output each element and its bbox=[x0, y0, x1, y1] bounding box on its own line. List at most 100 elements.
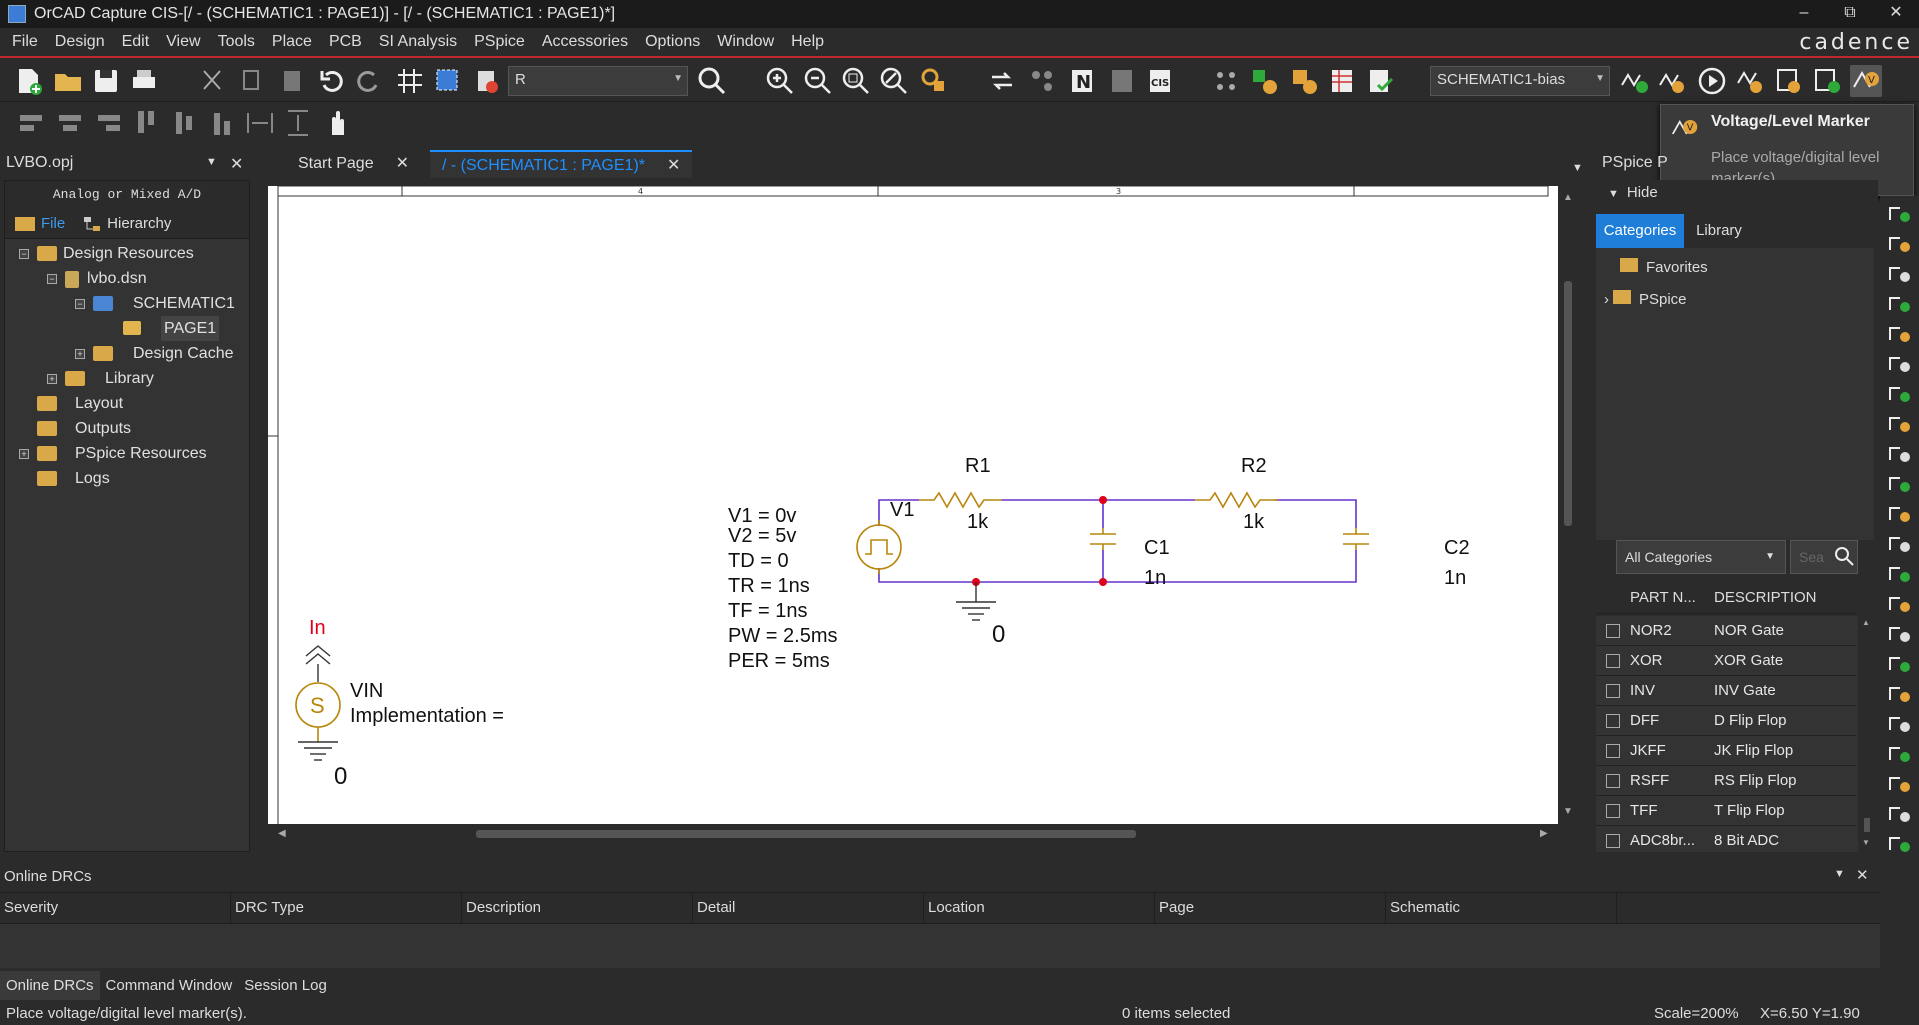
place-pin-tool-icon[interactable] bbox=[1886, 560, 1912, 584]
run-icon[interactable] bbox=[1696, 65, 1728, 97]
place-junction-tool-icon[interactable] bbox=[1886, 320, 1912, 344]
dots-icon[interactable] bbox=[1210, 65, 1242, 97]
align-left-icon[interactable] bbox=[16, 107, 48, 139]
menu-si-analysis[interactable]: SI Analysis bbox=[379, 33, 457, 51]
zoom-all-icon[interactable] bbox=[878, 65, 910, 97]
drc-column-header[interactable]: DRC Type bbox=[231, 893, 462, 923]
search-icon[interactable] bbox=[696, 65, 728, 97]
align-center-icon[interactable] bbox=[54, 107, 86, 139]
back-annotate-icon[interactable] bbox=[986, 65, 1018, 97]
sim-output-icon[interactable] bbox=[1772, 65, 1804, 97]
vertical-scrollbar[interactable]: ▲ ▼ bbox=[1560, 186, 1576, 824]
scroll-down-icon[interactable]: ▼ bbox=[1862, 838, 1870, 847]
tree-item-schematic1[interactable]: − SCHEMATIC1 bbox=[5, 291, 249, 316]
c1-value[interactable]: 1n bbox=[1144, 567, 1166, 589]
scroll-up-icon[interactable]: ▲ bbox=[1563, 192, 1573, 203]
collapse-icon[interactable]: − bbox=[47, 274, 57, 284]
ground-symbol-2[interactable] bbox=[298, 741, 338, 761]
tab-file[interactable]: File bbox=[41, 215, 65, 232]
scroll-left-icon[interactable]: ◀ bbox=[278, 828, 286, 839]
cis-icon[interactable]: CIS bbox=[1144, 65, 1176, 97]
c1-ref[interactable]: C1 bbox=[1144, 537, 1170, 559]
r1-value[interactable]: 1k bbox=[967, 511, 989, 533]
menu-options[interactable]: Options bbox=[645, 33, 700, 51]
tree-item-library[interactable]: + Library bbox=[5, 366, 249, 391]
expand-arrow-icon[interactable]: › bbox=[1604, 291, 1609, 308]
bom-icon[interactable] bbox=[1106, 65, 1138, 97]
save-icon[interactable] bbox=[90, 65, 122, 97]
tab-schematic-page1[interactable]: / - (SCHEMATIC1 : PAGE1)* ✕ bbox=[430, 150, 693, 178]
tree-item-lvbo-dsn[interactable]: − lvbo.dsn bbox=[5, 266, 249, 291]
part-row[interactable]: TFF T Flip Flop bbox=[1596, 796, 1856, 826]
port-in[interactable] bbox=[305, 645, 331, 682]
view-sim-results-icon[interactable] bbox=[1734, 65, 1766, 97]
capacitor-c1[interactable] bbox=[1090, 528, 1116, 550]
redo-icon[interactable] bbox=[352, 65, 384, 97]
place-ellipse-tool-icon[interactable] bbox=[1886, 710, 1912, 734]
parts-scrollbar[interactable]: ▲ ▼ bbox=[1860, 616, 1874, 852]
new-sim-profile-icon[interactable] bbox=[1618, 65, 1650, 97]
place-ground-tool-icon[interactable] bbox=[1886, 470, 1912, 494]
panel-dropdown-icon[interactable]: ▼ bbox=[206, 156, 217, 168]
tree-item-logs[interactable]: Logs bbox=[5, 466, 249, 491]
drc-column-header[interactable]: Detail bbox=[693, 893, 924, 923]
panel-close-icon[interactable]: ✕ bbox=[230, 154, 243, 174]
ground-label-2[interactable]: 0 bbox=[334, 763, 347, 790]
menu-file[interactable]: File bbox=[12, 33, 38, 51]
erase-tool-icon[interactable] bbox=[1886, 830, 1912, 854]
place-text-tool-icon[interactable] bbox=[1886, 590, 1912, 614]
voltage-marker-icon[interactable]: V bbox=[1850, 65, 1882, 97]
parts-scroll-thumb[interactable] bbox=[1864, 818, 1870, 832]
collapse-icon[interactable]: − bbox=[19, 249, 29, 259]
category-pspice[interactable]: › PSpice bbox=[1604, 286, 1687, 314]
part-row[interactable]: ADC8br... 8 Bit ADC bbox=[1596, 826, 1856, 852]
grid-icon[interactable] bbox=[394, 65, 426, 97]
tree-item-outputs[interactable]: Outputs bbox=[5, 416, 249, 441]
place-polyline-tool-icon[interactable] bbox=[1886, 650, 1912, 674]
v1-params[interactable]: V1 = 0v V2 = 5v TD = 0 TR = 1ns TF = 1ns… bbox=[728, 505, 837, 672]
panel-dropdown-icon[interactable]: ▼ bbox=[1834, 868, 1845, 880]
part-row[interactable]: RSFF RS Flip Flop bbox=[1596, 766, 1856, 796]
place-part-tool-icon[interactable] bbox=[1886, 200, 1912, 224]
drc-column-header[interactable]: Severity bbox=[0, 893, 231, 923]
place-picture-tool-icon[interactable] bbox=[1886, 770, 1912, 794]
r2-ref[interactable]: R2 bbox=[1241, 455, 1267, 477]
pulse-source-v1[interactable] bbox=[856, 520, 902, 574]
zoom-out-icon[interactable] bbox=[802, 65, 834, 97]
menu-design[interactable]: Design bbox=[55, 33, 105, 51]
column-part-name[interactable]: PART N... bbox=[1630, 582, 1696, 614]
drc-marker-icon[interactable] bbox=[470, 65, 502, 97]
minimize-button[interactable]: – bbox=[1781, 0, 1827, 28]
c2-ref[interactable]: C2 bbox=[1444, 537, 1470, 559]
menu-accessories[interactable]: Accessories bbox=[542, 33, 628, 51]
menu-pspice[interactable]: PSpice bbox=[474, 33, 525, 51]
part-row[interactable]: DFF D Flip Flop bbox=[1596, 706, 1856, 736]
place-port-tool-icon[interactable] bbox=[1886, 530, 1912, 554]
copy-icon[interactable] bbox=[236, 65, 268, 97]
menu-help[interactable]: Help bbox=[791, 33, 824, 51]
ground-symbol[interactable] bbox=[956, 582, 996, 621]
place-net-alias-tool-icon[interactable] bbox=[1886, 260, 1912, 284]
annotate-icon[interactable] bbox=[918, 65, 950, 97]
part-row[interactable]: XOR XOR Gate bbox=[1596, 646, 1856, 676]
resistor-r2[interactable] bbox=[1195, 491, 1278, 509]
tab-command-window[interactable]: Command Window bbox=[100, 971, 239, 1000]
replace-part-icon[interactable] bbox=[1288, 65, 1320, 97]
open-folder-icon[interactable] bbox=[52, 65, 84, 97]
expand-icon[interactable]: + bbox=[19, 449, 29, 459]
paste-icon[interactable] bbox=[276, 65, 308, 97]
hide-toggle[interactable]: ▼ Hide bbox=[1608, 184, 1658, 201]
distribute-vertical-icon[interactable] bbox=[282, 107, 314, 139]
menu-pcb[interactable]: PCB bbox=[329, 33, 362, 51]
part-row[interactable]: NOR2 NOR Gate bbox=[1596, 616, 1856, 646]
close-button[interactable]: ✕ bbox=[1873, 0, 1919, 28]
place-rectangle-tool-icon[interactable] bbox=[1886, 680, 1912, 704]
simulation-profile-select[interactable]: SCHEMATIC1-bias ▼ bbox=[1430, 66, 1610, 96]
tab-close-icon[interactable]: ✕ bbox=[667, 157, 680, 174]
print-icon[interactable] bbox=[128, 65, 160, 97]
zoom-tool-icon[interactable] bbox=[1886, 800, 1912, 824]
r1-ref[interactable]: R1 bbox=[965, 455, 991, 477]
vertical-scroll-thumb[interactable] bbox=[1564, 281, 1572, 526]
align-top-icon[interactable] bbox=[130, 107, 162, 139]
tree-item-pspice-resources[interactable]: + PSpice Resources bbox=[5, 441, 249, 466]
